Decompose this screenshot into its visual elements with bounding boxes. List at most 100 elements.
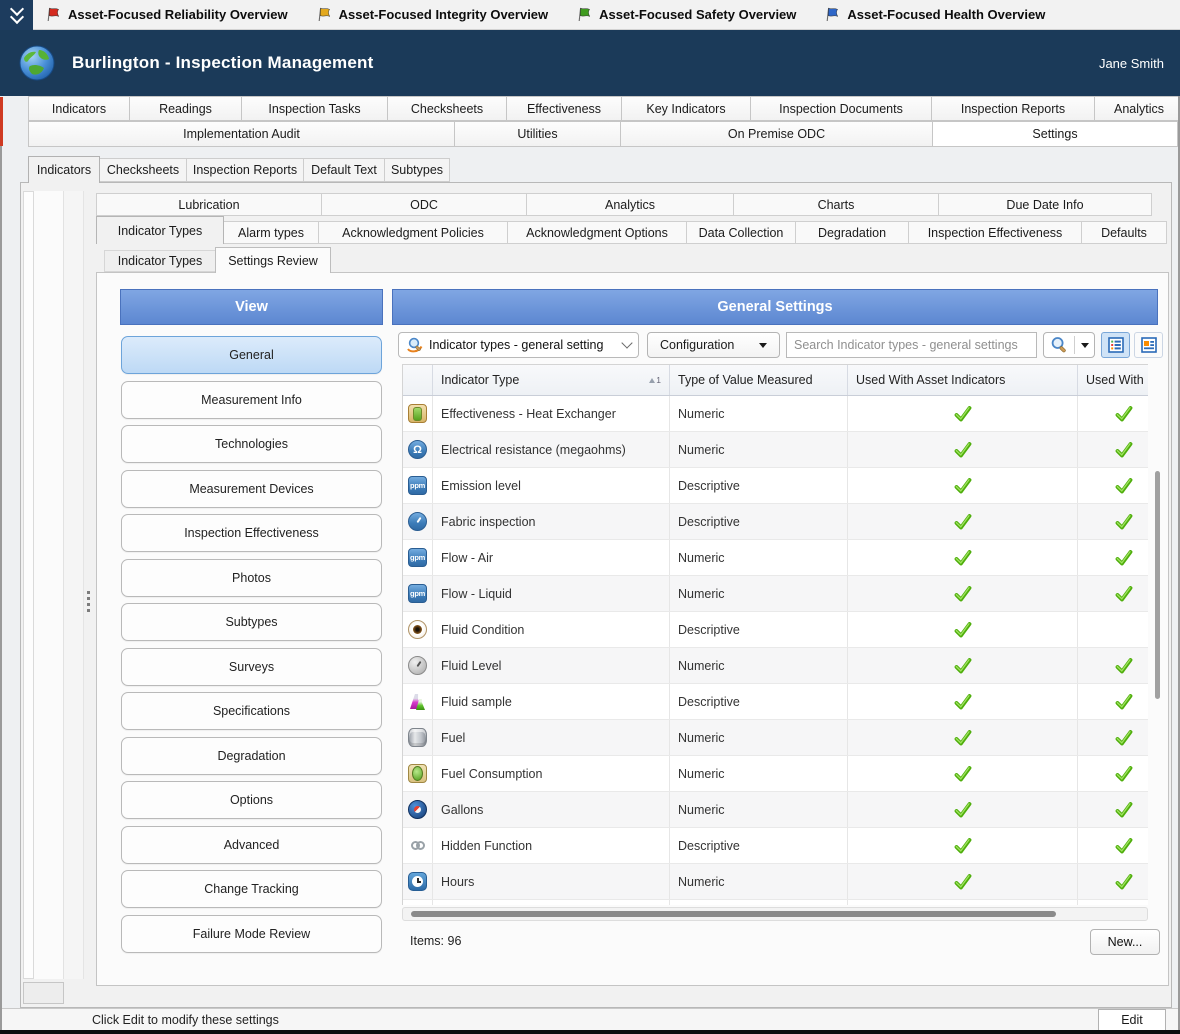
new-button[interactable]: New... xyxy=(1090,929,1160,955)
tab-default-text[interactable]: Default Text xyxy=(303,158,385,182)
settings-tab-analytics[interactable]: Analytics xyxy=(526,193,734,216)
configuration-dropdown-button[interactable]: Configuration xyxy=(647,332,780,358)
search-split-button[interactable] xyxy=(1043,332,1095,358)
horizontal-scrollbar[interactable] xyxy=(402,907,1148,921)
settings-tab-due-date-info[interactable]: Due Date Info xyxy=(938,193,1152,216)
settings-tab-acknowledgment-policies[interactable]: Acknowledgment Policies xyxy=(318,221,508,244)
nav-tab-inspection-tasks[interactable]: Inspection Tasks xyxy=(241,96,388,121)
vertical-scrollbar-thumb[interactable] xyxy=(1155,471,1160,699)
column-header-used-with[interactable]: Used With xyxy=(1078,365,1148,395)
vertical-scrollbar[interactable] xyxy=(1153,364,1162,920)
search-input[interactable] xyxy=(786,332,1037,358)
splitter-grip[interactable] xyxy=(87,591,90,612)
settings-tab-defaults[interactable]: Defaults xyxy=(1081,221,1167,244)
table-row-flow-air[interactable]: gpmFlow - AirNumeric xyxy=(403,540,1148,576)
table-row-illumination[interactable]: IlluminationCumulative xyxy=(403,900,1148,905)
nav-tab-readings[interactable]: Readings xyxy=(129,96,242,121)
collapse-toolbar-button[interactable] xyxy=(0,0,33,30)
view-button-measurement-devices[interactable]: Measurement Devices xyxy=(121,470,382,508)
view-button-change-tracking[interactable]: Change Tracking xyxy=(121,870,382,908)
column-header-icon[interactable] xyxy=(403,365,433,395)
view-button-technologies[interactable]: Technologies xyxy=(121,425,382,463)
quick-link-asset-focused-reliability-overview[interactable]: Asset-Focused Reliability Overview xyxy=(45,6,288,23)
list-view-toggle-button[interactable] xyxy=(1101,332,1130,358)
nav-tab-checksheets[interactable]: Checksheets xyxy=(387,96,507,121)
indicator-type-cell: Illumination xyxy=(433,900,670,905)
settings-tab-acknowledgment-options[interactable]: Acknowledgment Options xyxy=(507,221,687,244)
view-button-subtypes[interactable]: Subtypes xyxy=(121,603,382,641)
subtab-settings-review[interactable]: Settings Review xyxy=(215,247,331,273)
value-type-cell: Descriptive xyxy=(670,828,848,863)
tab-checksheets[interactable]: Checksheets xyxy=(99,158,187,182)
column-header-used-with-asset-indicators[interactable]: Used With Asset Indicators xyxy=(848,365,1078,395)
horizontal-scrollbar-thumb[interactable] xyxy=(411,911,1056,917)
table-row-fluid-sample[interactable]: Fluid sampleDescriptive xyxy=(403,684,1148,720)
panel-scrollbar-track[interactable] xyxy=(64,191,84,979)
nav-tab-utilities[interactable]: Utilities xyxy=(454,121,621,147)
nav-tab-on-premise-odc[interactable]: On Premise ODC xyxy=(620,121,933,147)
subtab-indicator-types[interactable]: Indicator Types xyxy=(104,250,216,272)
nav-tab-indicators[interactable]: Indicators xyxy=(28,96,130,121)
settings-tab-odc[interactable]: ODC xyxy=(321,193,527,216)
resistance-icon: Ω xyxy=(408,440,427,459)
card-view-toggle-button[interactable] xyxy=(1134,332,1163,358)
used-with-asset-indicators-cell xyxy=(848,864,1078,899)
tab-indicators[interactable]: Indicators xyxy=(28,156,100,183)
used-with-cell xyxy=(1078,684,1148,719)
tab-subtypes[interactable]: Subtypes xyxy=(384,158,450,182)
value-type-cell: Numeric xyxy=(670,540,848,575)
settings-tab-degradation[interactable]: Degradation xyxy=(795,221,909,244)
table-row-emission-level[interactable]: ppmEmission levelDescriptive xyxy=(403,468,1148,504)
table-row-gallons[interactable]: GallonsNumeric xyxy=(403,792,1148,828)
table-row-flow-liquid[interactable]: gpmFlow - LiquidNumeric xyxy=(403,576,1148,612)
settings-tab-inspection-effectiveness[interactable]: Inspection Effectiveness xyxy=(908,221,1082,244)
nav-tab-effectiveness[interactable]: Effectiveness xyxy=(506,96,622,121)
view-button-photos[interactable]: Photos xyxy=(121,559,382,597)
nav-tab-key-indicators[interactable]: Key Indicators xyxy=(621,96,751,121)
quick-link-asset-focused-integrity-overview[interactable]: Asset-Focused Integrity Overview xyxy=(316,6,549,23)
nav-tab-implementation-audit[interactable]: Implementation Audit xyxy=(28,121,455,147)
quick-link-asset-focused-health-overview[interactable]: Asset-Focused Health Overview xyxy=(824,6,1045,23)
quick-link-asset-focused-safety-overview[interactable]: Asset-Focused Safety Overview xyxy=(576,6,796,23)
card-view-icon xyxy=(1141,337,1157,353)
user-name[interactable]: Jane Smith xyxy=(1099,56,1164,71)
chevron-down-icon xyxy=(621,337,632,348)
nav-tab-inspection-documents[interactable]: Inspection Documents xyxy=(750,96,932,121)
table-row-hidden-function[interactable]: Hidden FunctionDescriptive xyxy=(403,828,1148,864)
edit-button[interactable]: Edit xyxy=(1098,1009,1166,1031)
view-button-options[interactable]: Options xyxy=(121,781,382,819)
table-row-effectiveness-heat-exchanger[interactable]: Effectiveness - Heat ExchangerNumeric xyxy=(403,396,1148,432)
table-row-hours[interactable]: HoursNumeric xyxy=(403,864,1148,900)
view-button-measurement-info[interactable]: Measurement Info xyxy=(121,381,382,419)
table-row-electrical-resistance-megaohms[interactable]: ΩElectrical resistance (megaohms)Numeric xyxy=(403,432,1148,468)
settings-tab-indicator-types[interactable]: Indicator Types xyxy=(96,216,224,244)
nav-tab-inspection-reports[interactable]: Inspection Reports xyxy=(931,96,1095,121)
view-button-general[interactable]: General xyxy=(121,336,382,374)
view-button-inspection-effectiveness[interactable]: Inspection Effectiveness xyxy=(121,514,382,552)
settings-tab-lubrication[interactable]: Lubrication xyxy=(96,193,322,216)
outer-scrollbar-track[interactable] xyxy=(23,191,34,979)
value-type-cell: Numeric xyxy=(670,576,848,611)
table-row-fuel-consumption[interactable]: Fuel ConsumptionNumeric xyxy=(403,756,1148,792)
table-row-fabric-inspection[interactable]: Fabric inspectionDescriptive xyxy=(403,504,1148,540)
value-type-cell: Numeric xyxy=(670,720,848,755)
search-options-caret[interactable] xyxy=(1075,343,1094,348)
settings-tab-charts[interactable]: Charts xyxy=(733,193,939,216)
column-header-indicator-type[interactable]: Indicator Type1 xyxy=(433,365,670,395)
check-icon xyxy=(1115,514,1133,530)
settings-tab-data-collection[interactable]: Data Collection xyxy=(686,221,796,244)
view-button-advanced[interactable]: Advanced xyxy=(121,826,382,864)
table-row-fluid-condition[interactable]: Fluid ConditionDescriptive xyxy=(403,612,1148,648)
view-button-surveys[interactable]: Surveys xyxy=(121,648,382,686)
column-header-type-of-value-measured[interactable]: Type of Value Measured xyxy=(670,365,848,395)
nav-tab-settings[interactable]: Settings xyxy=(932,121,1178,147)
dataset-selector-dropdown[interactable]: Indicator types - general setting xyxy=(398,332,639,358)
table-row-fuel[interactable]: FuelNumeric xyxy=(403,720,1148,756)
settings-tab-alarm-types[interactable]: Alarm types xyxy=(223,221,319,244)
view-button-specifications[interactable]: Specifications xyxy=(121,692,382,730)
nav-tab-analytics[interactable]: Analytics xyxy=(1094,96,1180,121)
table-row-fluid-level[interactable]: Fluid LevelNumeric xyxy=(403,648,1148,684)
tab-inspection-reports[interactable]: Inspection Reports xyxy=(186,158,304,182)
view-button-failure-mode-review[interactable]: Failure Mode Review xyxy=(121,915,382,953)
view-button-degradation[interactable]: Degradation xyxy=(121,737,382,775)
